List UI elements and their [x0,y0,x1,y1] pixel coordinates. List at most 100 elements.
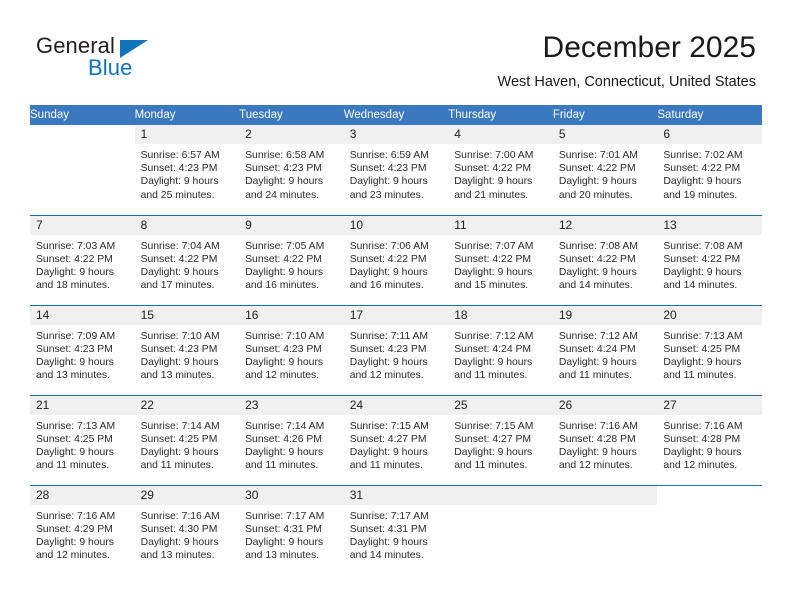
daylight-text-line2: and 11 minutes. [245,460,319,472]
daylight-text-line2: and 11 minutes. [454,370,528,382]
day-number: 29 [134,485,240,505]
calendar-day-cell[interactable]: 13 Sunrise: 7:08 AM Sunset: 4:22 PM Dayligh… [657,214,762,305]
day-number: 16 [239,305,344,325]
day-number: 8 [134,215,240,235]
calendar-day-cell[interactable]: 2 Sunrise: 6:58 AM Sunset: 4:23 PM Daylight… [239,125,344,215]
daylight-text-line2: and 25 minutes. [140,189,215,201]
daylight-text-line2: and 13 minutes. [245,550,320,562]
day-cell-inner: 6 Sunrise: 7:02 AM Sunset: 4:22 PM Daylight… [657,125,762,215]
sunrise-text: Sunrise: 7:04 AM [140,240,220,252]
sunrise-text: Sunrise: 7:15 AM [454,420,534,432]
calendar-week-row: 28 Sunrise: 7:16 AM Sunset: 4:29 PM Dayligh… [30,484,762,576]
calendar-day-cell[interactable]: 1 Sunrise: 6:57 AM Sunset: 4:23 PM Daylight… [134,125,240,215]
day-cell-inner: 22 Sunrise: 7:14 AM Sunset: 4:25 PM Dayligh… [134,395,240,485]
calendar-day-cell[interactable]: 27 Sunrise: 7:16 AM Sunset: 4:28 PM Dayligh… [657,394,762,485]
daylight-text-line2: and 18 minutes. [36,280,110,292]
day-cell-inner: 28 Sunrise: 7:16 AM Sunset: 4:29 PM Dayligh… [30,485,135,576]
day-cell-details: Sunrise: 7:01 AM Sunset: 4:22 PM Daylight:… [553,144,658,202]
calendar-day-cell[interactable]: 19 Sunrise: 7:12 AM Sunset: 4:24 PM Dayligh… [552,304,658,395]
calendar-day-cell[interactable]: 29 Sunrise: 7:16 AM Sunset: 4:30 PM Dayligh… [134,484,240,575]
sunrise-text: Sunrise: 7:00 AM [454,150,534,161]
calendar-day-cell[interactable]: 17 Sunrise: 7:11 AM Sunset: 4:23 PM Dayligh… [343,304,449,395]
daylight-text-line1: Daylight: 9 hours [663,266,742,278]
calendar-day-cell[interactable]: 6 Sunrise: 7:02 AM Sunset: 4:22 PM Daylight… [657,125,762,215]
day-number: 19 [552,305,658,325]
day-number: 23 [239,395,344,415]
calendar-day-cell[interactable]: 22 Sunrise: 7:14 AM Sunset: 4:25 PM Dayligh… [134,394,240,485]
weekday-header-sunday: Sunday [30,105,135,125]
calendar-day-cell[interactable]: 25 Sunrise: 7:15 AM Sunset: 4:27 PM Dayligh… [448,394,553,485]
day-cell-inner: 8 Sunrise: 7:04 AM Sunset: 4:22 PM Daylight… [134,215,240,305]
calendar-day-cell[interactable]: 24 Sunrise: 7:15 AM Sunset: 4:27 PM Dayligh… [343,394,449,485]
daylight-text-line1: Daylight: 9 hours [140,176,219,188]
brand-logo[interactable]: General Blue [36,33,266,89]
calendar-day-cell[interactable]: 7 Sunrise: 7:03 AM Sunset: 4:22 PM Daylight… [30,214,135,305]
day-cell-inner [657,486,762,576]
calendar-day-cell[interactable]: 16 Sunrise: 7:10 AM Sunset: 4:23 PM Dayligh… [239,304,344,395]
calendar-day-cell[interactable]: 23 Sunrise: 7:14 AM Sunset: 4:26 PM Dayligh… [239,394,344,485]
calendar-day-cell[interactable]: 18 Sunrise: 7:12 AM Sunset: 4:24 PM Dayligh… [448,304,553,395]
day-cell-details: Sunrise: 7:10 AM Sunset: 4:23 PM Daylight:… [239,325,344,383]
sunset-text: Sunset: 4:23 PM [140,163,218,175]
day-cell-details: Sunrise: 7:16 AM Sunset: 4:29 PM Daylight:… [30,505,135,563]
calendar-day-cell[interactable]: 9 Sunrise: 7:05 AM Sunset: 4:22 PM Daylight… [239,214,344,305]
sunset-text: Sunset: 4:25 PM [140,433,218,445]
calendar-day-cell[interactable]: 3 Sunrise: 6:59 AM Sunset: 4:23 PM Daylight… [343,125,449,215]
daylight-text-line1: Daylight: 9 hours [349,536,428,548]
calendar-day-cell[interactable]: 20 Sunrise: 7:13 AM Sunset: 4:25 PM Dayligh… [657,304,762,395]
day-cell-inner: 10 Sunrise: 7:06 AM Sunset: 4:22 PM Dayligh… [343,215,449,305]
sunrise-text: Sunrise: 7:09 AM [36,330,116,342]
calendar-day-cell[interactable]: 15 Sunrise: 7:10 AM Sunset: 4:23 PM Dayligh… [134,304,240,395]
daylight-text-line1: Daylight: 9 hours [36,446,114,458]
calendar-day-cell[interactable]: 10 Sunrise: 7:06 AM Sunset: 4:22 PM Dayligh… [343,214,449,305]
sunset-text: Sunset: 4:25 PM [663,343,741,355]
daylight-text-line2: and 11 minutes. [454,460,528,472]
daylight-text-line1: Daylight: 9 hours [558,266,637,278]
day-cell-details: Sunrise: 7:04 AM Sunset: 4:22 PM Daylight:… [135,235,240,293]
day-cell-inner: 4 Sunrise: 7:00 AM Sunset: 4:22 PM Daylight… [448,125,553,215]
daylight-text-line1: Daylight: 9 hours [349,446,428,458]
calendar-day-cell[interactable]: 30 Sunrise: 7:17 AM Sunset: 4:31 PM Dayligh… [239,484,344,575]
sunrise-text: Sunrise: 7:13 AM [663,330,743,342]
page-header: General Blue December 2025 West Haven, C… [0,0,792,100]
day-cell-details [657,505,762,510]
daylight-text-line1: Daylight: 9 hours [36,266,114,278]
calendar-day-cell[interactable]: 5 Sunrise: 7:01 AM Sunset: 4:22 PM Daylight… [552,125,658,215]
day-cell-details: Sunrise: 7:15 AM Sunset: 4:27 PM Daylight:… [448,415,553,473]
sunset-text: Sunset: 4:23 PM [140,343,218,355]
calendar-day-cell[interactable]: 28 Sunrise: 7:16 AM Sunset: 4:29 PM Dayligh… [30,484,135,576]
daylight-text-line2: and 15 minutes. [454,280,529,292]
weekday-header-wednesday: Wednesday [343,105,449,125]
daylight-text-line1: Daylight: 9 hours [245,536,324,548]
sunset-text: Sunset: 4:27 PM [349,433,427,445]
calendar-day-cell[interactable]: 31 Sunrise: 7:17 AM Sunset: 4:31 PM Dayligh… [343,484,449,575]
day-number: 27 [657,395,762,415]
weekday-header-friday: Friday [552,105,658,125]
daylight-text-line2: and 13 minutes. [140,370,215,382]
calendar-day-cell[interactable]: 26 Sunrise: 7:16 AM Sunset: 4:28 PM Dayligh… [552,394,658,485]
sunrise-text: Sunrise: 7:01 AM [558,150,638,161]
sunset-text: Sunset: 4:31 PM [245,523,322,535]
sunset-text: Sunset: 4:23 PM [36,343,113,355]
day-cell-details [448,505,553,510]
daylight-text-line1: Daylight: 9 hours [245,446,324,458]
daylight-text-line2: and 14 minutes. [558,280,633,292]
day-number: 12 [552,215,658,235]
calendar-day-cell[interactable]: 12 Sunrise: 7:08 AM Sunset: 4:22 PM Dayligh… [552,214,658,305]
calendar-day-cell[interactable]: 8 Sunrise: 7:04 AM Sunset: 4:22 PM Daylight… [134,214,240,305]
calendar-day-cell[interactable]: 11 Sunrise: 7:07 AM Sunset: 4:22 PM Dayligh… [448,214,553,305]
calendar-day-cell[interactable]: 21 Sunrise: 7:13 AM Sunset: 4:25 PM Dayligh… [30,394,135,485]
sunrise-text: Sunrise: 6:57 AM [140,150,220,161]
day-number: 28 [30,485,135,505]
day-number: 24 [343,395,449,415]
calendar-week-row: 1 Sunrise: 6:57 AM Sunset: 4:23 PM Daylight… [30,125,762,215]
calendar-day-cell-empty [30,125,135,215]
calendar-day-cell[interactable]: 4 Sunrise: 7:00 AM Sunset: 4:22 PM Daylight… [448,125,553,215]
day-number: 13 [657,215,762,235]
daylight-text-line1: Daylight: 9 hours [454,266,533,278]
day-cell-inner: 19 Sunrise: 7:12 AM Sunset: 4:24 PM Dayligh… [552,305,658,395]
calendar-day-cell[interactable]: 14 Sunrise: 7:09 AM Sunset: 4:23 PM Dayligh… [30,304,135,395]
daylight-text-line2: and 13 minutes. [140,550,215,562]
calendar-week-row: 21 Sunrise: 7:13 AM Sunset: 4:25 PM Dayligh… [30,394,762,485]
sunrise-text: Sunrise: 7:02 AM [663,150,743,161]
